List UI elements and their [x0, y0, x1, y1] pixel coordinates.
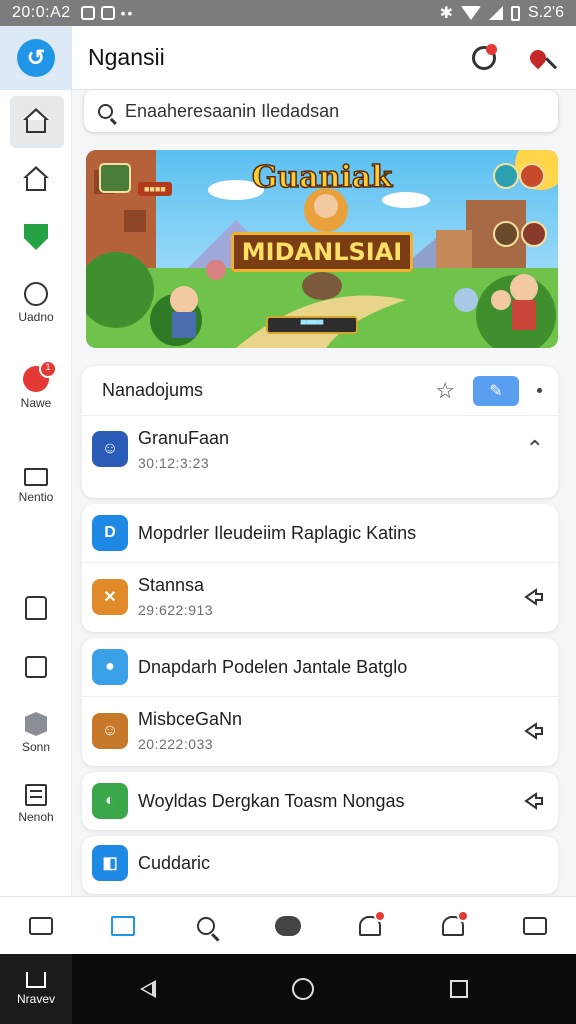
banner-mini-label: ■■■■: [138, 182, 172, 196]
list-item[interactable]: ☺ MisbceGaNn 20:222:033: [82, 696, 558, 764]
page-title: Ngansii: [88, 44, 165, 70]
pin-icon: [526, 46, 550, 69]
sidebar-item-tag[interactable]: [0, 596, 72, 624]
app-icon: ◐: [92, 783, 128, 819]
list-item[interactable]: ◧ Cuddaric: [82, 836, 558, 890]
status-notification-icons: ••: [80, 5, 135, 21]
notification-dot: [374, 909, 387, 922]
battery-level: S.2'6: [528, 4, 564, 21]
notification-icon: [80, 6, 95, 20]
list-card: D Mopdrler Ileudeiim Raplagic Katins ✕ S…: [82, 504, 558, 632]
tab-search[interactable]: [186, 906, 226, 946]
system-nav-bar: Nravev: [0, 954, 576, 1024]
list-item[interactable]: ◐ Woyldas Dergkan Toasm Nongas: [82, 772, 558, 830]
banner-subtitle: MIDANLSIAI: [86, 232, 558, 272]
promo-banner[interactable]: Guaniak MIDANLSIAI ■■■■ ▀▀▀▀: [86, 150, 558, 348]
sidebar-item-security[interactable]: [0, 224, 72, 254]
sidebar-item-square[interactable]: [0, 656, 72, 682]
app-logo-cell[interactable]: ↺: [0, 25, 72, 90]
tab-store[interactable]: [515, 906, 555, 946]
pin-button[interactable]: [524, 44, 552, 72]
notification-dot: [456, 909, 469, 922]
house-icon: [23, 166, 49, 192]
home-button[interactable]: [292, 978, 314, 1000]
nav-home-shortcut[interactable]: Nravev: [0, 954, 72, 1024]
list-card: ◧ Cuddaric: [82, 836, 558, 894]
list-item[interactable]: D Mopdrler Ileudeiim Raplagic Katins: [82, 504, 558, 562]
list-item[interactable]: ● Dnapdarh Podelen Jantale Batglo: [82, 638, 558, 696]
sidebar-item-nawe[interactable]: Nawe: [0, 360, 72, 410]
bluetooth-icon: ✱: [439, 5, 454, 22]
notification-ring-icon: [472, 43, 497, 70]
store-icon: [522, 916, 547, 935]
list-item[interactable]: ✕ Stannsa 29:622:913: [82, 562, 558, 630]
sidebar-item-house[interactable]: [0, 166, 72, 196]
home-icon: [111, 915, 136, 936]
home-icon: [23, 108, 49, 134]
list-item[interactable]: ☺ GranuFaan 30:12:3:23 ⌃: [82, 416, 558, 482]
app-icon: ☺: [92, 712, 128, 749]
more-notifications-icon: ••: [120, 5, 135, 21]
app-header: ↺ Ngansii: [0, 25, 576, 90]
hexagon-icon: [25, 712, 47, 736]
list-card: ● Dnapdarh Podelen Jantale Batglo ☺ Misb…: [82, 638, 558, 766]
banner-progress-label: ▀▀▀▀: [266, 316, 358, 334]
recents-button[interactable]: [450, 980, 468, 998]
search-input[interactable]: [125, 100, 525, 122]
chevron-up-icon[interactable]: ⌃: [526, 436, 544, 462]
status-bar: 20:0:A2 •• ✱ S.2'6: [0, 0, 576, 26]
share-arrow-icon[interactable]: [524, 587, 544, 607]
battery-icon: [511, 5, 521, 21]
app-icon: ✕: [92, 578, 128, 615]
gamepad-icon: [274, 915, 301, 936]
tab-notifications[interactable]: [350, 906, 390, 946]
tab-home[interactable]: [103, 906, 143, 946]
sidebar-item-home[interactable]: [0, 108, 72, 138]
chat-icon: [24, 468, 48, 486]
bottom-tab-bar: [0, 896, 576, 954]
square-icon: [25, 656, 47, 678]
sidebar: Uadno Nawe Nentio Sonn Nenoh: [0, 90, 72, 896]
shield-icon: [24, 224, 48, 250]
search-icon: [196, 916, 215, 935]
tab-profile[interactable]: [433, 906, 473, 946]
share-arrow-icon[interactable]: [524, 791, 544, 811]
notification-badge-icon: [23, 360, 57, 392]
sidebar-item-sonn[interactable]: Sonn: [0, 712, 72, 754]
compass-icon: [24, 282, 48, 306]
app-icon: ◧: [92, 845, 128, 881]
section-card: Nanadojums ☆ ✎ ☺ GranuFaan 30:12:3:23 ⌃: [82, 366, 558, 498]
document-icon: [25, 784, 47, 806]
notification-icon: [100, 6, 115, 20]
sidebar-item-uadno[interactable]: Uadno: [0, 282, 72, 324]
edit-button[interactable]: ✎: [473, 375, 519, 406]
app-icon: D: [92, 515, 128, 551]
search-bar[interactable]: [84, 90, 558, 132]
tag-icon: [25, 596, 47, 620]
sidebar-item-nenoh[interactable]: Nenoh: [0, 784, 72, 824]
sidebar-item-nentio[interactable]: Nentio: [0, 468, 72, 504]
list-card: ◐ Woyldas Dergkan Toasm Nongas: [82, 772, 558, 830]
wifi-icon: [461, 6, 482, 20]
app-icon: ●: [92, 649, 128, 685]
notifications-button[interactable]: [470, 43, 498, 72]
signal-icon: [489, 6, 504, 20]
status-time: 20:0:A2: [12, 4, 71, 21]
home-icon: [26, 972, 46, 988]
tab-games[interactable]: [268, 906, 308, 946]
share-arrow-icon[interactable]: [524, 721, 544, 741]
app-logo-icon[interactable]: ↺: [17, 38, 55, 77]
more-dot-icon[interactable]: [537, 388, 542, 393]
section-header: Nanadojums ☆ ✎: [82, 366, 558, 416]
favorite-star-icon[interactable]: ☆: [435, 378, 455, 404]
tab-inbox[interactable]: [21, 906, 61, 946]
back-button[interactable]: [140, 980, 156, 998]
app-icon: ☺: [92, 431, 128, 467]
search-icon: [98, 103, 113, 119]
section-title: Nanadojums: [102, 380, 204, 400]
inbox-icon: [29, 916, 54, 935]
